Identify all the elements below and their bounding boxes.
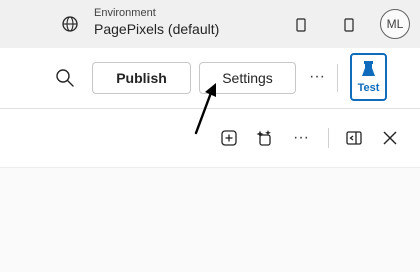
globe-icon[interactable] — [61, 15, 79, 33]
publish-button[interactable]: Publish — [92, 62, 191, 94]
sparkle-icon[interactable] — [256, 129, 274, 147]
close-icon[interactable] — [381, 129, 399, 147]
environment-label: Environment — [94, 7, 156, 19]
environment-selector[interactable]: PagePixels (default) — [94, 21, 219, 37]
notifications-icon[interactable] — [295, 18, 307, 32]
toolbar-divider — [328, 128, 329, 148]
top-bar: Environment PagePixels (default) ML — [0, 0, 420, 48]
pointer-arrow-annotation — [194, 83, 216, 135]
content-area — [0, 168, 420, 272]
test-button[interactable]: Test — [350, 53, 387, 101]
search-icon[interactable] — [54, 67, 76, 89]
help-icon[interactable] — [343, 18, 355, 32]
panel-collapse-icon[interactable] — [345, 129, 363, 147]
user-avatar[interactable]: ML — [380, 9, 410, 39]
more-horizontal-icon[interactable]: ··· — [292, 129, 310, 147]
flask-icon — [362, 61, 375, 76]
command-bar-divider — [337, 64, 338, 92]
test-label: Test — [357, 82, 380, 94]
more-options-button[interactable]: ··· — [308, 68, 326, 86]
